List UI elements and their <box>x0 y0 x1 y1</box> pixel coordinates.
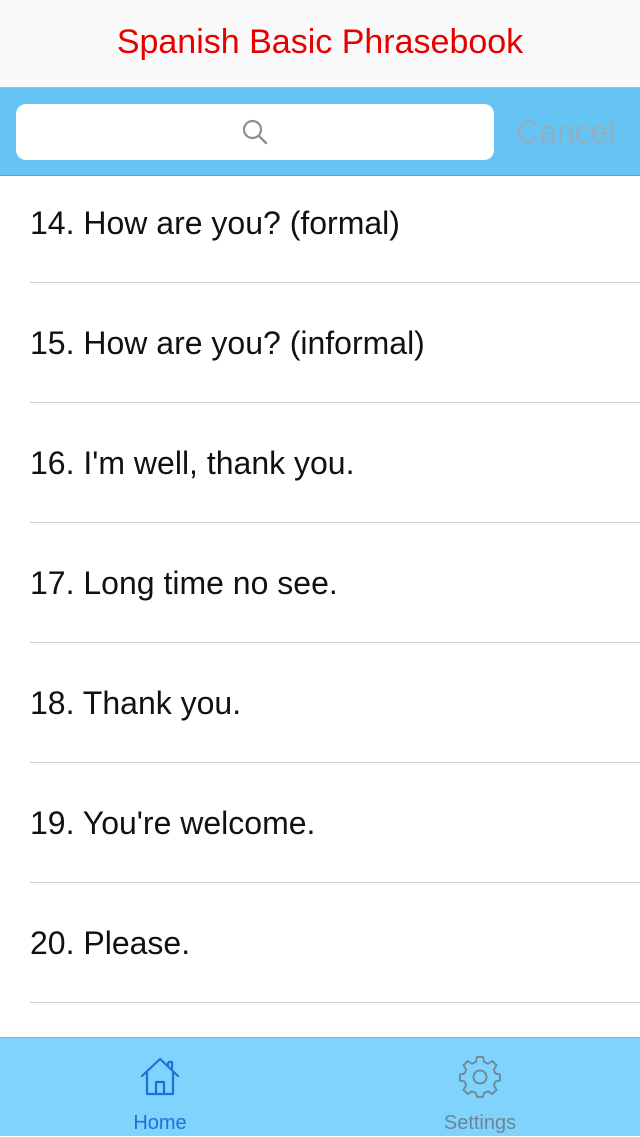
list-item[interactable]: 19. You're welcome. <box>0 763 640 883</box>
list-item[interactable]: 15. How are you? (informal) <box>0 283 640 403</box>
list-item[interactable]: 16. I'm well, thank you. <box>0 403 640 523</box>
list-item[interactable]: 17. Long time no see. <box>0 523 640 643</box>
list-item[interactable]: 18. Thank you. <box>0 643 640 763</box>
navigation-bar: Spanish Basic Phrasebook <box>0 0 640 88</box>
search-field[interactable] <box>16 104 494 160</box>
home-icon <box>140 1057 180 1096</box>
phrase-label: 17. Long time no see. <box>30 565 338 601</box>
tab-home-label: Home <box>133 1112 187 1134</box>
phrase-label: 14. How are you? (formal) <box>30 205 400 241</box>
phrase-label: 15. How are you? (informal) <box>30 325 425 361</box>
gear-icon <box>459 1056 501 1098</box>
tab-settings-label: Settings <box>443 1112 517 1134</box>
phrase-label: 19. You're welcome. <box>30 805 316 841</box>
phrase-list: 14. How are you? (formal) 15. How are yo… <box>0 163 640 1037</box>
phrase-label: 16. I'm well, thank you. <box>30 445 355 481</box>
phrase-label: 18. Thank you. <box>30 685 242 721</box>
search-input[interactable] <box>16 104 494 160</box>
page-title: Spanish Basic Phrasebook <box>116 23 524 61</box>
tab-bar: Home Settings <box>0 1037 640 1136</box>
phrase-label: 20. Please. <box>30 925 191 961</box>
list-item[interactable]: 20. Please. <box>0 883 640 1003</box>
tab-home[interactable]: Home <box>0 1038 320 1137</box>
list-item[interactable]: 14. How are you? (formal) <box>0 163 640 283</box>
tab-settings[interactable]: Settings <box>320 1038 640 1137</box>
